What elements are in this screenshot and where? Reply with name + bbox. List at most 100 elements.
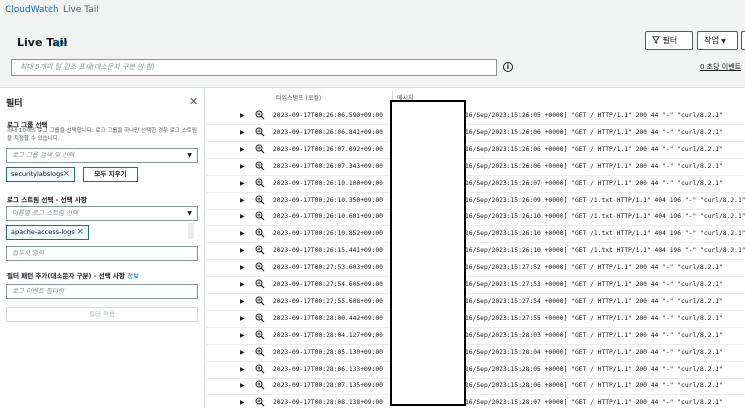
info-link[interactable]: 정보: [55, 39, 68, 49]
message-cell: 16/Sep/2023:15:26:10 +0000] "GET /1.txt …: [465, 230, 745, 238]
expand-icon[interactable]: ▶: [240, 230, 245, 237]
expand-icon[interactable]: ▶: [240, 281, 245, 288]
expand-icon[interactable]: ▶: [240, 180, 245, 187]
message-cell: 16/Sep/2023:15:26:10 +0000] "GET /1.txt …: [465, 213, 745, 221]
zoom-in-icon[interactable]: [255, 144, 265, 154]
table-row[interactable]: ▶ 2023-09-17T00:28:05.130+09:00 16/Sep/202…: [206, 345, 745, 362]
filter-button[interactable]: 필터: [645, 31, 693, 50]
caret-down-icon: ▼: [187, 210, 192, 217]
timestamp-cell: 2023-09-17T00:28:05.130+09:00: [273, 348, 383, 356]
log-group-select[interactable]: 로그 그룹 검색 및 선택 ▼: [6, 148, 198, 163]
zoom-in-icon[interactable]: [255, 313, 265, 323]
message-cell: 16/Sep/2023:15:26:06 +0000] "GET / HTTP/…: [465, 145, 723, 153]
table-row[interactable]: ▶ 2023-09-17T00:26:07.092+09:00 16/Sep/202…: [206, 142, 745, 159]
timestamp-cell: 2023-09-17T00:27:54.605+09:00: [273, 281, 383, 288]
expand-icon[interactable]: ▶: [240, 213, 245, 220]
expand-icon[interactable]: ▶: [240, 129, 245, 136]
pattern-info-link[interactable]: 정보: [127, 272, 139, 280]
log-stream-label: 로그 스트림 선택 - 선택 사항: [7, 196, 87, 204]
table-row[interactable]: ▶ 2023-09-17T00:27:53.603+09:00 16/Sep/202…: [206, 260, 745, 278]
panel-title: 필터: [6, 99, 23, 109]
message-cell: 16/Sep/2023:15:28:04 +0000] "GET / HTTP/…: [465, 348, 723, 356]
timestamp-cell: 2023-09-17T00:26:10.100+09:00: [273, 179, 383, 187]
timestamp-cell: 2023-09-17T00:26:06.841+09:00: [273, 128, 383, 136]
timestamp-cell: 2023-09-17T00:28:06.133+09:00: [273, 365, 383, 373]
table-row[interactable]: ▶ 2023-09-17T00:27:54.605+09:00 16/Sep/202…: [206, 277, 745, 294]
zoom-in-icon[interactable]: [255, 330, 265, 340]
log-stream-select[interactable]: 이름별 로그 스트림 선택 ▼: [6, 206, 198, 221]
zoom-in-icon[interactable]: [255, 195, 265, 205]
clear-all-button[interactable]: 모두 지우기: [83, 167, 138, 182]
log-stream-token: apache-access-logs ×: [6, 225, 89, 240]
info-circle-icon[interactable]: i: [503, 62, 513, 72]
expand-icon[interactable]: ▶: [240, 332, 245, 339]
expand-icon[interactable]: ▶: [240, 247, 245, 254]
scrollbar[interactable]: [188, 223, 194, 239]
expand-icon[interactable]: ▶: [240, 163, 245, 170]
zoom-in-icon[interactable]: [255, 380, 265, 390]
expand-icon[interactable]: ▶: [240, 146, 245, 153]
zoom-in-icon[interactable]: [255, 178, 265, 188]
close-icon[interactable]: ✕: [189, 95, 198, 108]
apply-filter-button[interactable]: 필터 적용: [6, 307, 198, 322]
table-row[interactable]: ▶ 2023-09-17T00:26:10.100+09:00 16/Sep/202…: [206, 176, 745, 193]
more-button[interactable]: [741, 31, 745, 50]
expand-icon[interactable]: ▶: [240, 264, 245, 271]
zoom-in-icon[interactable]: [255, 347, 265, 357]
zoom-in-icon[interactable]: [255, 228, 265, 238]
zoom-in-icon[interactable]: [255, 127, 265, 137]
filter-panel: 필터 ✕ 로그 그룹 선택 최대 10개의 로그 그룹을 선택합니다. 로그 그…: [0, 88, 205, 408]
table-row[interactable]: ▶ 2023-09-17T00:26:15.441+09:00 16/Sep/202…: [206, 243, 745, 261]
message-cell: 16/Sep/2023:15:26:06 +0000] "GET / HTTP/…: [465, 162, 723, 170]
timestamp-cell: 2023-09-17T00:26:15.441+09:00: [273, 247, 383, 255]
expand-icon[interactable]: ▶: [240, 399, 245, 406]
actions-button[interactable]: 작업 ▼: [697, 31, 738, 50]
timestamp-cell: 2023-09-17T00:26:10.350+09:00: [273, 196, 383, 204]
zoom-in-icon[interactable]: [255, 161, 265, 171]
timestamp-cell: 2023-09-17T00:26:07.343+09:00: [273, 162, 383, 170]
expand-icon[interactable]: ▶: [240, 349, 245, 356]
log-table: 타임스탬프 (로컬) 메시지 ▶ 2023-09-17T00:26:06.590+…: [206, 88, 745, 408]
table-row[interactable]: ▶ 2023-09-17T00:26:10.350+09:00 16/Sep/202…: [206, 193, 745, 210]
table-row[interactable]: ▶ 2023-09-17T00:26:06.841+09:00 16/Sep/202…: [206, 125, 745, 142]
zoom-in-icon[interactable]: [255, 397, 265, 407]
remove-token-icon[interactable]: ×: [76, 226, 84, 239]
zoom-in-icon[interactable]: [255, 262, 265, 272]
expand-icon[interactable]: ▶: [240, 298, 245, 305]
table-row[interactable]: ▶ 2023-09-17T00:26:06.590+09:00 16/Sep/202…: [206, 108, 745, 125]
table-row[interactable]: ▶ 2023-09-17T00:28:00.442+09:00 16/Sep/202…: [206, 311, 745, 328]
timestamp-cell: 2023-09-17T00:28:04.127+09:00: [273, 331, 383, 339]
caret-down-icon: ▼: [721, 38, 726, 45]
zoom-in-icon[interactable]: [255, 279, 265, 289]
zoom-in-icon[interactable]: [255, 245, 265, 255]
table-row[interactable]: ▶ 2023-09-17T00:28:04.127+09:00 16/Sep/202…: [206, 328, 745, 345]
table-row[interactable]: ▶ 2023-09-17T00:26:10.852+09:00 16/Sep/202…: [206, 226, 745, 244]
filter-pattern-input[interactable]: 로그 이벤트 필터링: [6, 284, 198, 299]
pattern-label: 필터 패턴 추가(대소문자 구분) - 선택 사항 정보: [7, 270, 139, 280]
table-row[interactable]: ▶ 2023-09-17T00:26:10.601+09:00 16/Sep/202…: [206, 209, 745, 227]
timestamp-cell: 2023-09-17T00:28:07.135+09:00: [273, 382, 383, 390]
expand-icon[interactable]: ▶: [240, 315, 245, 322]
zoom-in-icon[interactable]: [255, 364, 265, 374]
remove-token-icon[interactable]: ×: [62, 168, 70, 181]
table-row[interactable]: ▶ 2023-09-17T00:28:08.138+09:00 16/Sep/202…: [206, 395, 745, 408]
expand-icon[interactable]: ▶: [240, 366, 245, 373]
message-cell: 16/Sep/2023:15:27:55 +0000] "GET / HTTP/…: [465, 314, 723, 322]
message-cell: 16/Sep/2023:15:26:06 +0000] "GET / HTTP/…: [465, 128, 723, 136]
table-row[interactable]: ▶ 2023-09-17T00:28:06.133+09:00 16/Sep/202…: [206, 362, 745, 379]
expand-icon[interactable]: ▶: [240, 382, 245, 389]
search-input[interactable]: 최대 5개의 릴 검조 표새(대소문자 구분 안 함): [11, 59, 497, 76]
zoom-in-icon[interactable]: [255, 211, 265, 221]
table-row[interactable]: ▶ 2023-09-17T00:28:07.135+09:00 16/Sep/202…: [206, 378, 745, 396]
breadcrumb: CloudWatch › Live Tail: [0, 0, 745, 24]
prefix-input[interactable]: 접두사 입력: [6, 246, 198, 261]
log-stream-placeholder: 이름별 로그 스트림 선택: [12, 209, 78, 217]
expand-icon[interactable]: ▶: [240, 112, 245, 119]
table-row[interactable]: ▶ 2023-09-17T00:27:55.608+09:00 16/Sep/202…: [206, 294, 745, 311]
zoom-in-icon[interactable]: [255, 296, 265, 306]
expand-icon[interactable]: ▶: [240, 197, 245, 204]
log-group-token-label: securitylabslogs: [11, 170, 64, 178]
table-row[interactable]: ▶ 2023-09-17T00:26:07.343+09:00 16/Sep/202…: [206, 159, 745, 176]
breadcrumb-current: Live Tail: [63, 5, 99, 15]
zoom-in-icon[interactable]: [255, 110, 265, 120]
